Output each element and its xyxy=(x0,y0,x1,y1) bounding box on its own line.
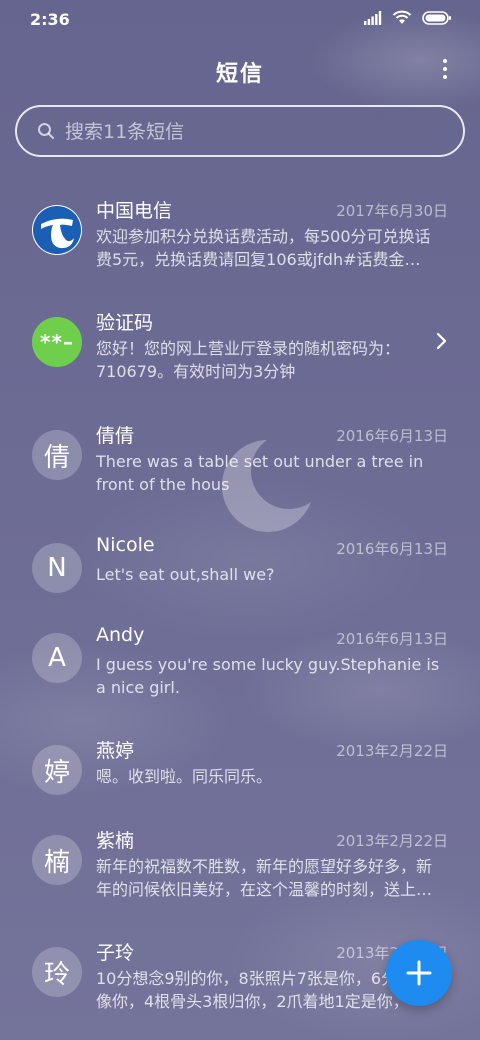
search-bar[interactable] xyxy=(15,105,465,157)
conversation-preview: 嗯。收到啦。同乐同乐。 xyxy=(96,767,273,786)
search-icon xyxy=(38,123,54,139)
plus-icon xyxy=(406,960,432,986)
conversation-preview: 您好！您的网上营业厅登录的随机密码为：710679。有效时间为3分钟 xyxy=(96,339,401,381)
conversation-item-yanting[interactable]: 婷 燕婷 2013年2月22日 嗯。收到啦。同乐同乐。 xyxy=(0,730,480,830)
conversation-item-nicole[interactable]: N Nicole 2016年6月13日 Let's eat out,shall … xyxy=(0,528,480,628)
chevron-right-icon[interactable] xyxy=(436,332,448,350)
avatar: 楠 xyxy=(32,835,82,885)
status-bar: 2:36 xyxy=(0,0,480,40)
status-icons xyxy=(364,10,452,25)
conversation-name: 验证码 xyxy=(96,312,154,334)
conversation-item-china-telecom[interactable]: 中国电信 2017年6月30日 欢迎参加积分兑换话费活动，每500分可兑换话费5… xyxy=(0,190,480,290)
wifi-icon xyxy=(392,10,412,24)
battery-icon xyxy=(422,10,451,25)
conversation-date: 2016年6月13日 xyxy=(336,427,448,445)
conversation-item-andy[interactable]: A Andy 2016年6月13日 I guess you're some lu… xyxy=(0,618,480,718)
new-message-button[interactable] xyxy=(386,940,452,1006)
page-title: 短信 xyxy=(215,62,264,87)
conversation-preview: Let's eat out,shall we? xyxy=(96,565,275,584)
avatar: 玲 xyxy=(32,947,82,997)
conversation-name: 燕婷 xyxy=(96,740,135,762)
conversation-preview: 欢迎参加积分兑换话费活动，每500分可兑换话费5元，兑换话费请回复106或jfd… xyxy=(96,227,431,269)
conversation-item-qianqian[interactable]: 倩 倩倩 2016年6月13日 There was a table set ou… xyxy=(0,415,480,515)
conversation-preview: There was a table set out under a tree i… xyxy=(96,452,424,494)
search-input[interactable] xyxy=(63,117,447,147)
conversation-date: 2017年6月30日 xyxy=(336,202,448,220)
conversation-item-zinan[interactable]: 楠 紫楠 2013年2月22日 新年的祝福数不胜数，新年的愿望好多好多，新年的问… xyxy=(0,820,480,920)
conversation-name: Andy xyxy=(96,624,145,646)
avatar: 倩 xyxy=(32,430,82,480)
status-time: 2:36 xyxy=(30,10,70,29)
conversation-item-verification-code[interactable]: **– 验证码 您好！您的网上营业厅登录的随机密码为：710679。有效时间为3… xyxy=(0,302,480,402)
conversation-name: 倩倩 xyxy=(96,425,135,447)
avatar: A xyxy=(32,633,82,683)
conversation-name: 中国电信 xyxy=(96,200,173,222)
conversation-preview: I guess you're some lucky guy.Stephanie … xyxy=(96,655,440,697)
more-vertical-icon[interactable] xyxy=(438,56,452,82)
header: 短信 xyxy=(0,48,480,92)
china-telecom-logo-avatar xyxy=(32,205,82,255)
conversation-name: Nicole xyxy=(96,534,155,556)
conversation-name: 子玲 xyxy=(96,942,135,964)
avatar: 婷 xyxy=(32,745,82,795)
conversation-date: 2013年2月22日 xyxy=(336,742,448,760)
conversation-preview: 新年的祝福数不胜数，新年的愿望好多好多，新年的问候依旧美好，在这个温馨的时刻，送… xyxy=(96,857,433,899)
telecom-logo-icon xyxy=(33,206,81,254)
signal-icon xyxy=(364,10,382,25)
conversation-date: 2016年6月13日 xyxy=(336,540,448,558)
avatar: N xyxy=(32,543,82,593)
conversation-date: 2016年6月13日 xyxy=(336,630,448,648)
avatar: **– xyxy=(32,317,82,367)
conversation-name: 紫楠 xyxy=(96,830,135,852)
conversation-date: 2013年2月22日 xyxy=(336,832,448,850)
